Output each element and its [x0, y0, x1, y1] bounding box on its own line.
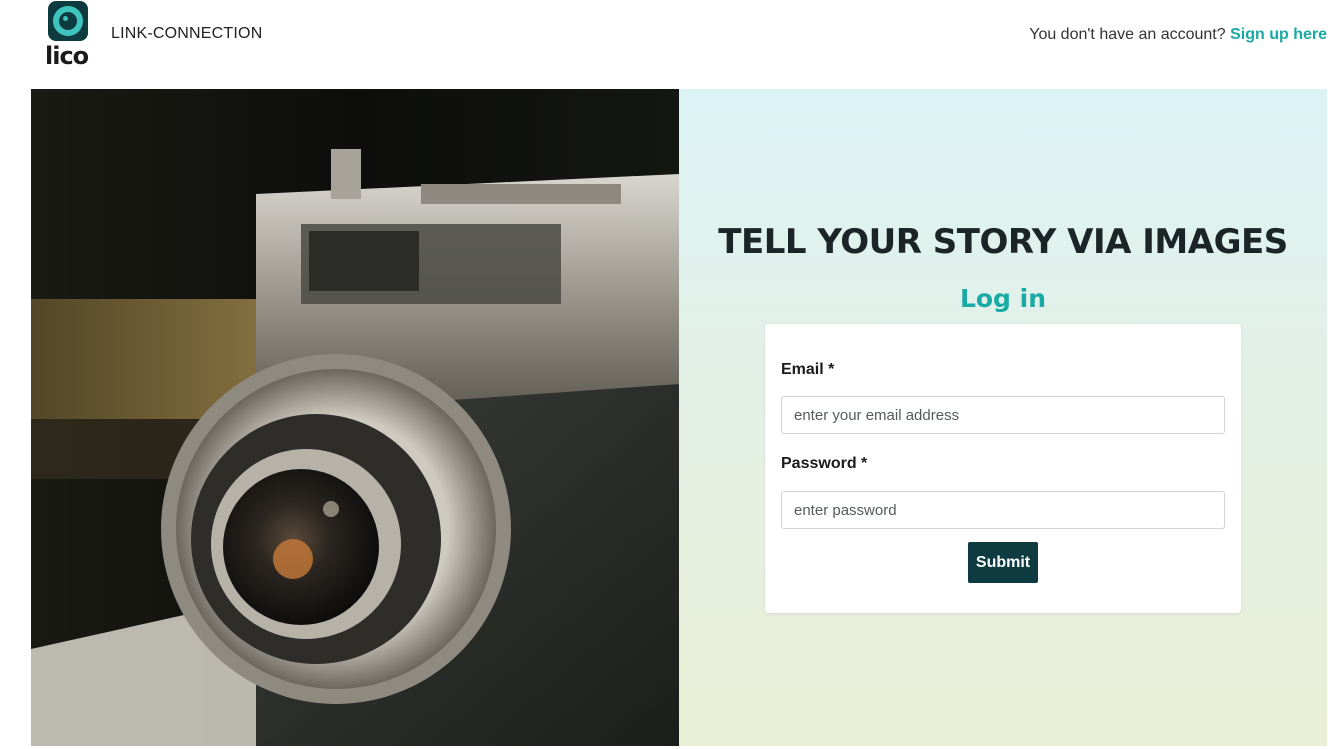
brand-name: LINK-CONNECTION: [111, 25, 263, 42]
login-form: Email * Password * Submit: [765, 324, 1241, 613]
email-input[interactable]: [781, 396, 1225, 434]
account-prompt: You don't have an account? Sign up here: [1029, 25, 1327, 45]
signup-link[interactable]: Sign up here: [1230, 26, 1327, 43]
submit-button[interactable]: Submit: [968, 542, 1038, 583]
password-input[interactable]: [781, 491, 1225, 529]
camera-lens-icon: [48, 1, 88, 41]
top-header: lico LINK-CONNECTION You don't have an a…: [0, 0, 1337, 89]
account-question: You don't have an account?: [1029, 26, 1226, 43]
page-tagline: TELL YOUR STORY VIA IMAGES: [718, 222, 1288, 262]
lico-logo[interactable]: lico: [44, 0, 94, 72]
login-panel: TELL YOUR STORY VIA IMAGES Log in Email …: [679, 89, 1327, 746]
email-label: Email *: [781, 361, 835, 378]
login-title: Log in: [959, 284, 1047, 313]
hero-camera-image: [31, 89, 679, 746]
password-label: Password *: [781, 455, 868, 472]
logo-text: lico: [45, 42, 89, 70]
